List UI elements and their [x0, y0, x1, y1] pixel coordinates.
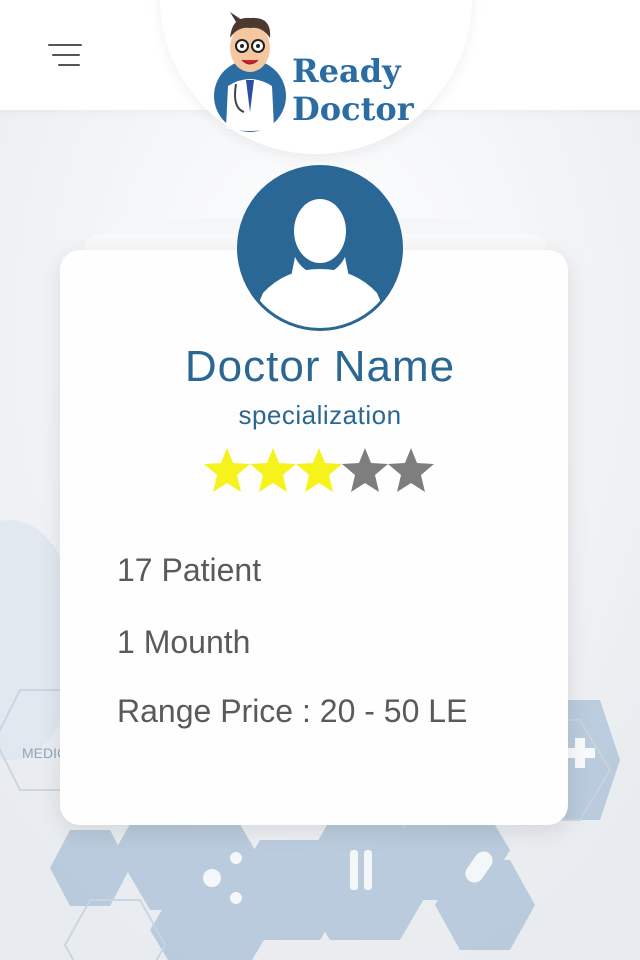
app-logo-text: Ready Doctor: [292, 52, 414, 128]
star-filled-icon: [250, 448, 296, 492]
star-empty-icon: [388, 448, 434, 492]
logo-line-ready: Ready: [292, 52, 401, 90]
doctor-profile-card: [60, 250, 568, 825]
hamburger-menu-icon[interactable]: [48, 42, 84, 70]
patients-count: 17 Patient: [117, 552, 262, 588]
doctor-mascot-icon: [214, 12, 286, 132]
doctor-specialization: specialization: [238, 400, 402, 430]
doctor-name: Doctor Name: [184, 342, 456, 391]
logo-line-doctor: Doctor: [292, 90, 414, 128]
user-avatar-icon[interactable]: [237, 165, 403, 331]
star-empty-icon: [342, 448, 388, 492]
rating-stars: [204, 446, 434, 494]
star-filled-icon: [204, 448, 250, 492]
star-filled-icon: [296, 448, 342, 492]
experience-duration: 1 Mounth: [117, 624, 251, 660]
price-range: Range Price : 20 - 50 LE: [117, 693, 468, 729]
